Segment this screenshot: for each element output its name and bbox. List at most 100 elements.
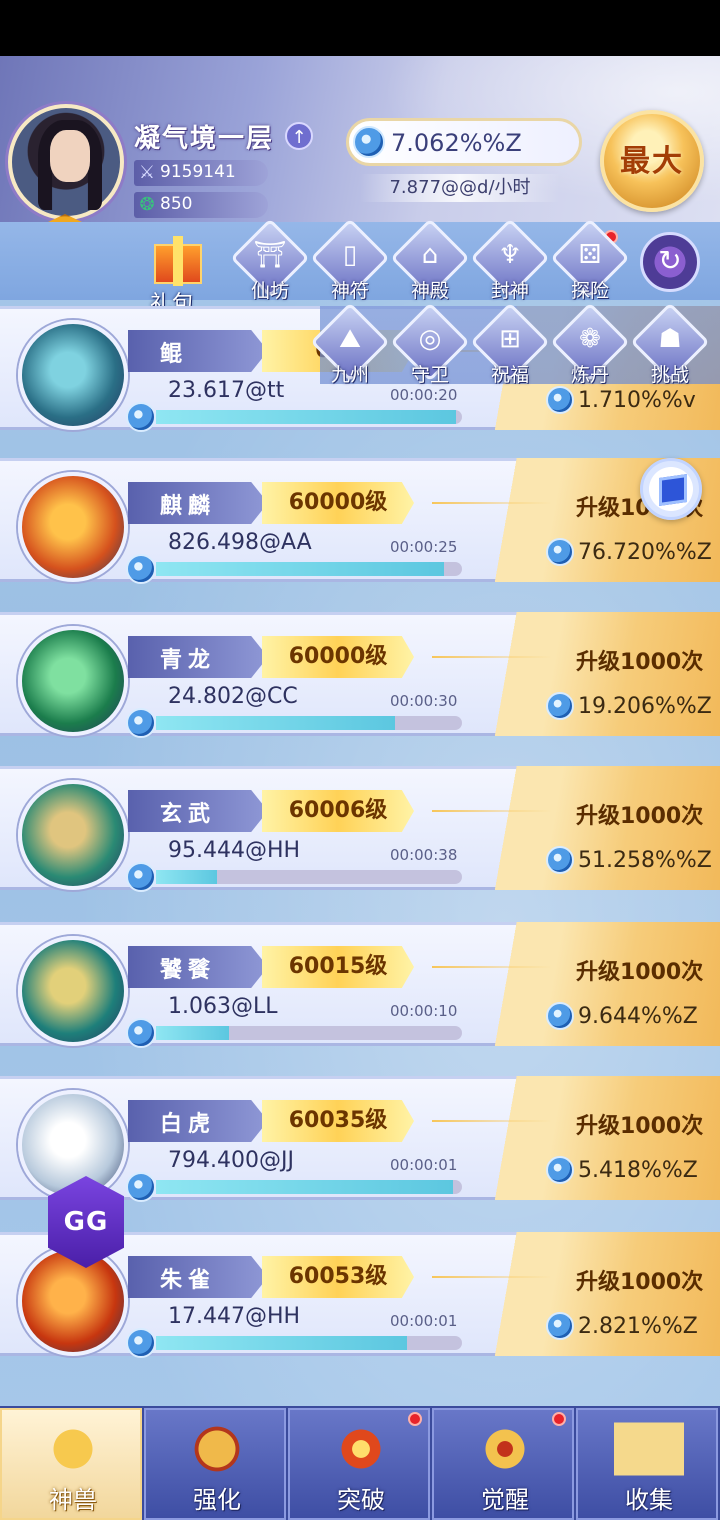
jade-coin-icon: ❂: [139, 194, 155, 215]
progress-bar: [156, 1180, 462, 1194]
beast-timer: 00:00:01: [390, 1156, 458, 1174]
spirit-gem-icon: [353, 126, 385, 158]
beast-amount: 826.498@AA: [168, 530, 312, 555]
beast-row[interactable]: 玄武 60006级 95.444@HH 00:00:38 升级1000次 51.…: [0, 766, 720, 894]
menu-label-zhufu: 祝福: [490, 364, 529, 386]
beast-name: 鲲: [160, 342, 189, 367]
helmet-icon: [182, 1416, 252, 1482]
arrow-up-icon[interactable]: ↑: [285, 122, 313, 150]
speed-display: 7.062%%Z: [346, 118, 582, 166]
progress-bar: [156, 870, 462, 884]
spirit-gem-icon: [126, 1328, 156, 1358]
gift-pack-icon[interactable]: [146, 226, 210, 286]
beast-percent: 1.710%%v: [578, 388, 696, 413]
spirit-gem-icon: [546, 538, 574, 566]
beast-row[interactable]: 饕餮 60015级 1.063@LL 00:00:10 升级1000次 9.64…: [0, 922, 720, 1050]
beast-timer: 00:00:01: [390, 1312, 458, 1330]
cube-icon[interactable]: [640, 458, 702, 520]
hourly-rate: 7.877@@d/小时: [360, 174, 560, 202]
upgrade-label[interactable]: 升级1000次: [576, 1264, 703, 1296]
eye-icon: [470, 1416, 540, 1482]
beast-amount: 794.400@JJ: [168, 1148, 294, 1173]
decor-line: [432, 966, 552, 968]
progress-fill: [156, 1026, 230, 1040]
spirit-gem-icon: [546, 1312, 574, 1340]
beast-portrait[interactable]: [18, 936, 128, 1046]
spirit-gem-icon: [546, 846, 574, 874]
qilin-icon: [38, 1416, 108, 1482]
beast-name: 朱雀: [160, 1268, 217, 1293]
beast-name: 白虎: [160, 1112, 217, 1137]
avatar-face: [50, 130, 90, 182]
beast-portrait[interactable]: [18, 472, 128, 582]
beast-level: 60000级: [262, 636, 414, 678]
decor-line: [432, 1120, 552, 1122]
decor-line: [432, 1276, 552, 1278]
beast-percent: 5.418%%Z: [578, 1158, 698, 1183]
crossed-swords-icon: ⚔: [138, 162, 156, 183]
progress-bar: [156, 716, 462, 730]
tab-qianghua[interactable]: 强化: [144, 1408, 286, 1520]
spirit-gem-icon: [126, 708, 156, 738]
beast-row[interactable]: 麒麟 60000级 826.498@AA 00:00:25 升级1000次 76…: [0, 458, 720, 586]
beast-portrait[interactable]: [18, 320, 128, 430]
combat-power-row: ⚔ 9159141: [134, 160, 268, 186]
spirit-gem-icon: [126, 862, 156, 892]
beast-portrait[interactable]: [18, 1246, 128, 1356]
beast-name: 玄武: [160, 802, 217, 827]
tab-shouji[interactable]: 收集: [576, 1408, 718, 1520]
decor-line: [432, 810, 552, 812]
beast-percent: 76.720%%Z: [578, 540, 712, 565]
tab-label: 觉醒: [481, 1486, 529, 1514]
progress-bar: [156, 562, 462, 576]
player-avatar[interactable]: [8, 104, 124, 220]
upgrade-label[interactable]: 升级1000次: [576, 798, 703, 830]
spirit-gem-icon: [126, 1172, 156, 1202]
upgrade-label[interactable]: 升级1000次: [576, 1108, 703, 1140]
spirit-gem-icon: [546, 386, 574, 414]
beast-row[interactable]: 青龙 60000级 24.802@CC 00:00:30 升级1000次 19.…: [0, 612, 720, 740]
beast-name: 青龙: [160, 648, 217, 673]
progress-fill: [156, 562, 444, 576]
beast-timer: 00:00:25: [390, 538, 458, 556]
progress-bar: [156, 1336, 462, 1350]
spirit-gem-icon: [546, 1002, 574, 1030]
beast-timer: 00:00:30: [390, 692, 458, 710]
menu-label-tiaozhan: 挑战: [650, 364, 689, 386]
decor-line: [432, 656, 552, 658]
progress-fill: [156, 716, 395, 730]
beast-percent: 9.644%%Z: [578, 1004, 698, 1029]
status-bar: [0, 0, 720, 56]
beast-level: 60053级: [262, 1256, 414, 1298]
tab-label: 收集: [625, 1486, 673, 1514]
beast-timer: 00:00:20: [390, 386, 458, 404]
swirl-menu-icon[interactable]: ↻: [640, 232, 700, 292]
beast-amount: 1.063@LL: [168, 994, 278, 1019]
beast-level: 60000级: [262, 482, 414, 524]
tab-juexing[interactable]: 觉醒: [432, 1408, 574, 1520]
upgrade-label[interactable]: 升级1000次: [576, 644, 703, 676]
scroll-icon: [614, 1416, 684, 1482]
beast-row[interactable]: 白虎 60035级 794.400@JJ 00:00:01 升级1000次 5.…: [0, 1076, 720, 1204]
progress-fill: [156, 1180, 453, 1194]
notification-dot: [552, 1412, 566, 1426]
beast-amount: 23.617@tt: [168, 378, 285, 403]
tab-shenshou[interactable]: 神兽: [0, 1408, 142, 1520]
max-button[interactable]: 最大: [600, 110, 704, 212]
notification-dot: [408, 1412, 422, 1426]
tab-tupo[interactable]: 突破: [288, 1408, 430, 1520]
beast-name: 饕餮: [160, 958, 217, 983]
beast-timer: 00:00:10: [390, 1002, 458, 1020]
beast-percent: 51.258%%Z: [578, 848, 712, 873]
beast-amount: 95.444@HH: [168, 838, 301, 863]
upgrade-label[interactable]: 升级1000次: [576, 954, 703, 986]
menu-label-fengshen: 封神: [490, 280, 529, 302]
beast-amount: 17.447@HH: [168, 1304, 301, 1329]
menu-label-jiuzhou: 九州: [330, 364, 369, 386]
beast-portrait[interactable]: [18, 626, 128, 736]
beast-level: 60006级: [262, 790, 414, 832]
tab-label: 神兽: [49, 1486, 97, 1514]
currency-row: ❂ 850: [134, 192, 268, 218]
beast-portrait[interactable]: [18, 780, 128, 890]
beast-name: 麒麟: [160, 494, 217, 519]
